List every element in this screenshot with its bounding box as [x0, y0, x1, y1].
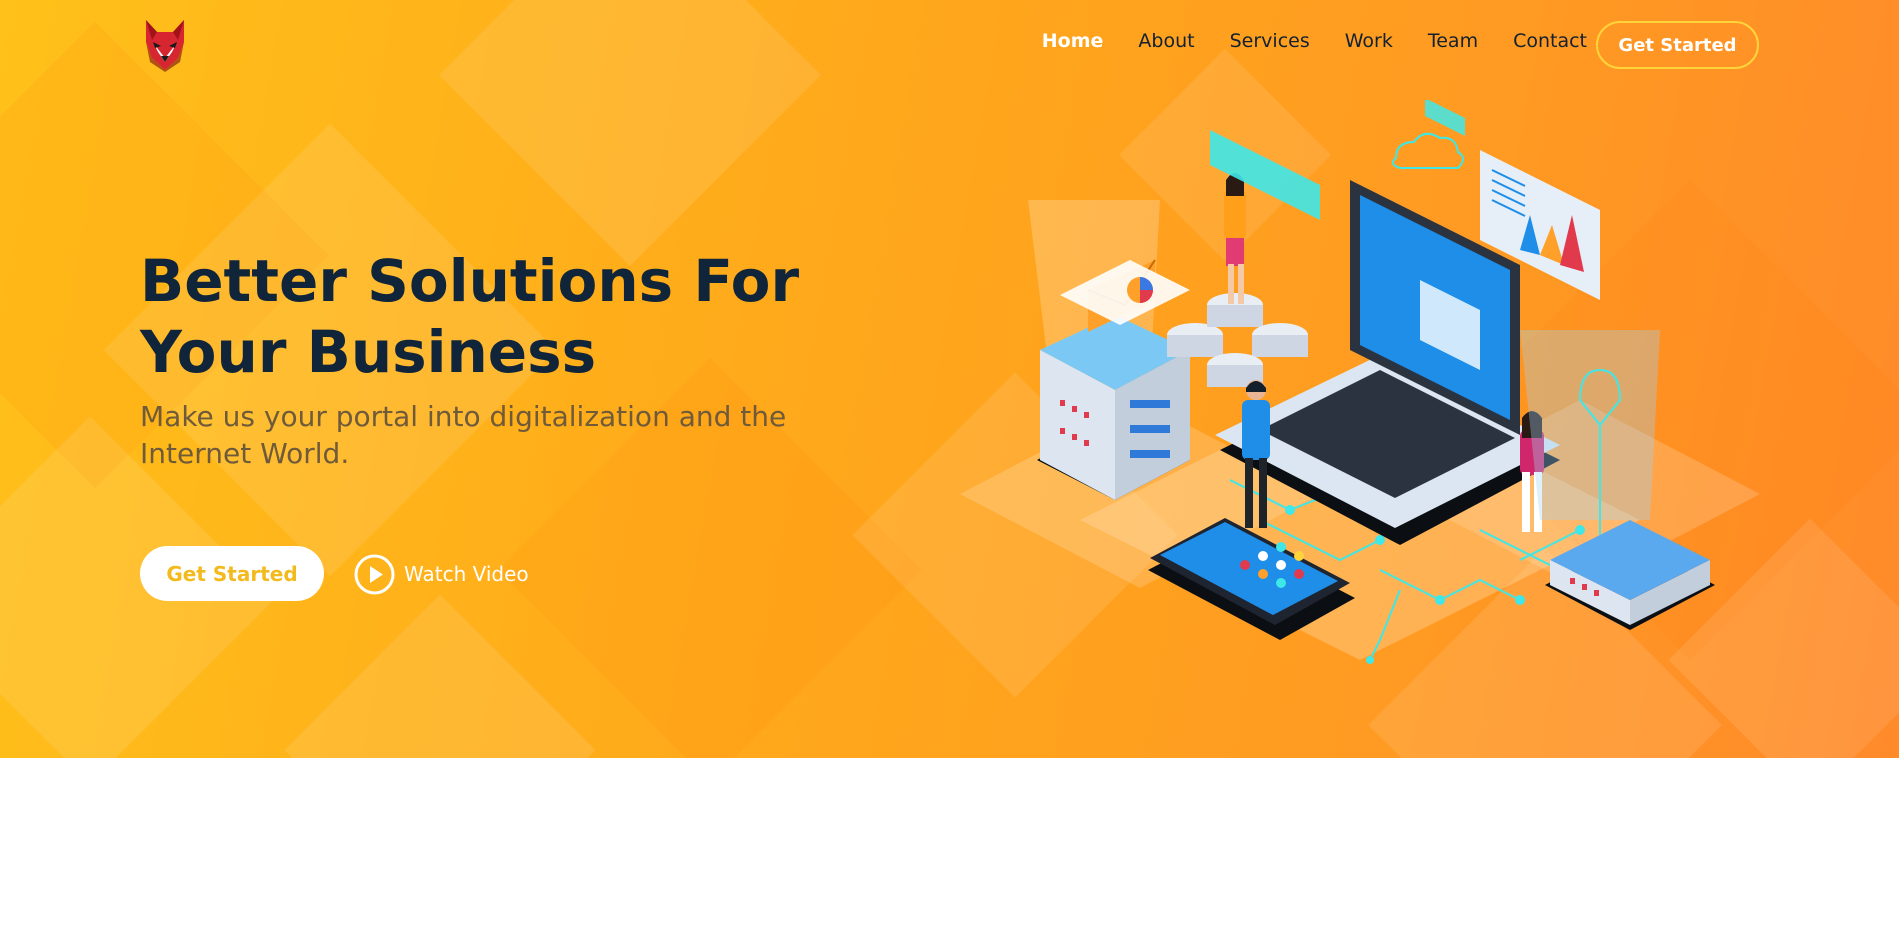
nav-link-contact[interactable]: Contact — [1513, 30, 1587, 52]
get-started-button[interactable]: Get Started — [140, 546, 324, 601]
nav-link-services[interactable]: Services — [1230, 30, 1310, 52]
nav-get-started-button[interactable]: Get Started — [1596, 21, 1759, 69]
watch-video-label: Watch Video — [404, 562, 529, 586]
nav-menu: Home About Services Work Team Contact — [1007, 30, 1587, 52]
hero-title: Better Solutions For Your Business — [140, 247, 800, 386]
isometric-technology-illustration — [960, 100, 1760, 664]
play-circle-icon — [354, 554, 395, 594]
nav-link-work[interactable]: Work — [1345, 30, 1393, 52]
nav-link-about[interactable]: About — [1138, 30, 1194, 52]
wolf-logo-icon[interactable] — [140, 18, 190, 72]
navbar: Home About Services Work Team Contact Ge… — [0, 0, 1899, 90]
hero-section: Home About Services Work Team Contact Ge… — [0, 0, 1899, 758]
nav-link-team[interactable]: Team — [1428, 30, 1478, 52]
hero-subtitle: Make us your portal into digitalization … — [140, 400, 787, 470]
nav-link-home[interactable]: Home — [1042, 30, 1104, 52]
watch-video-button[interactable]: Watch Video — [354, 553, 529, 595]
